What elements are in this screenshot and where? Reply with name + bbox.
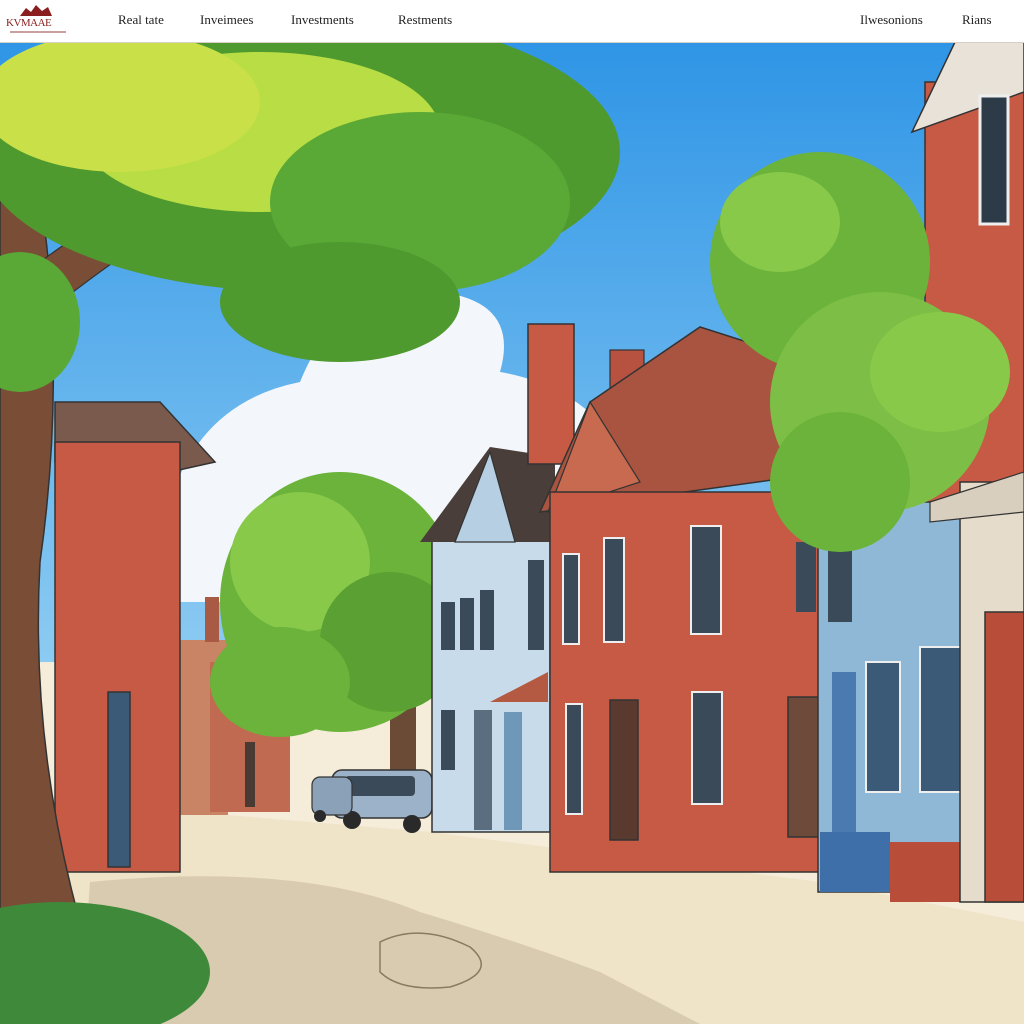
logo-mark-icon: [20, 5, 52, 16]
nav-restments[interactable]: Restments: [398, 12, 452, 28]
nav-investments-1[interactable]: Inveimees: [200, 12, 253, 28]
parked-car: [311, 776, 353, 822]
top-navigation-bar: KVMAAE Real tate Inveimees Investments R…: [0, 0, 1024, 43]
nav-ilwesonions[interactable]: Ilwesonions: [860, 12, 923, 28]
site-logo[interactable]: KVMAAE: [6, 4, 68, 38]
logo-underline: [10, 31, 66, 33]
nav-real-estate[interactable]: Real tate: [118, 12, 164, 28]
hero-illustration: [0, 42, 1024, 1024]
nav-investments-2[interactable]: Investments: [291, 12, 354, 28]
logo-text: KVMAAE: [6, 17, 52, 29]
nav-rians[interactable]: Rians: [962, 12, 992, 28]
